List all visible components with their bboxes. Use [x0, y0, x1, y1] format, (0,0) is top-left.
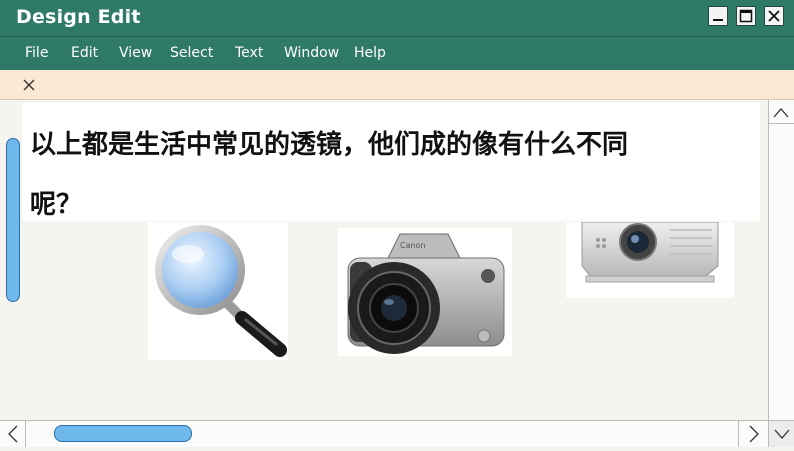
magnifying-glass-icon [155, 225, 287, 357]
magnifying-glass-image[interactable] [148, 222, 288, 360]
menu-window[interactable]: Window [284, 45, 339, 61]
projector-icon [581, 221, 719, 283]
vertical-scroll-thumb[interactable] [6, 138, 20, 302]
scroll-right-icon[interactable] [738, 421, 768, 447]
menu-bar: File Edit View Select Text Window Help [0, 36, 794, 70]
scrollbar-corner [768, 420, 794, 447]
menu-text[interactable]: Text [235, 45, 263, 61]
menu-file[interactable]: File [25, 45, 48, 61]
scroll-left-icon[interactable] [0, 421, 26, 447]
menu-select[interactable]: Select [170, 45, 213, 61]
close-tab-icon[interactable] [20, 76, 38, 94]
slide-heading-line-1: 以上都是生活中常见的透镜，他们成的像有什么不同 [30, 130, 629, 160]
camera-icon: Canon [347, 233, 505, 354]
menu-view[interactable]: View [119, 45, 152, 61]
menu-help[interactable]: Help [354, 45, 386, 61]
minimize-icon [713, 19, 723, 21]
camera-brand-text: Canon [400, 241, 426, 250]
scroll-down-icon[interactable] [769, 421, 794, 447]
tab-strip [0, 70, 794, 100]
menu-edit[interactable]: Edit [71, 45, 98, 61]
close-icon [768, 10, 780, 22]
maximize-button[interactable] [736, 6, 756, 26]
close-window-button[interactable] [764, 6, 784, 26]
slide-heading-line-2: 呢？ [30, 190, 83, 220]
camera-image[interactable]: Canon [338, 228, 512, 356]
window-title: Design Edit [16, 6, 141, 28]
minimize-button[interactable] [708, 6, 728, 26]
horizontal-scroll-thumb[interactable] [54, 425, 192, 442]
slide-text-box[interactable] [22, 103, 760, 221]
title-bar: Design Edit [0, 0, 794, 36]
maximize-icon [739, 9, 753, 23]
projector-image[interactable] [566, 221, 734, 298]
vertical-scrollbar[interactable] [768, 100, 794, 420]
scroll-up-icon[interactable] [768, 102, 794, 124]
